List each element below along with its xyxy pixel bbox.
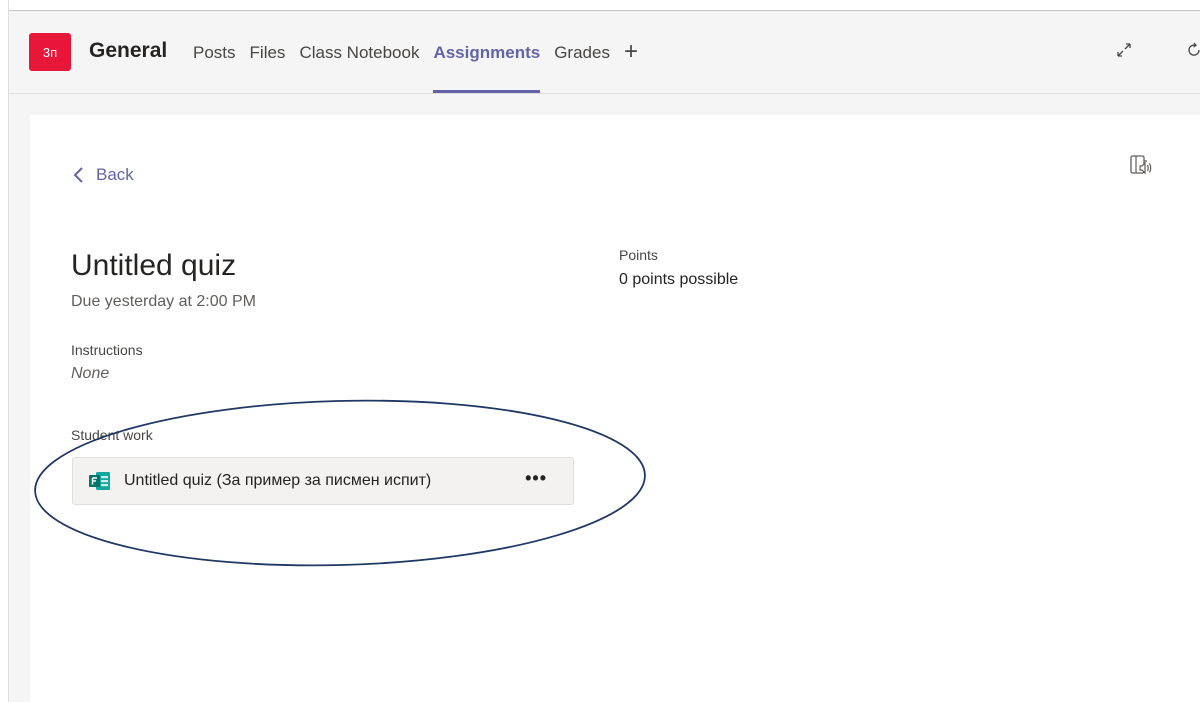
tab-assignments[interactable]: Assignments — [433, 43, 540, 95]
points-label: Points — [619, 247, 658, 263]
student-work-file[interactable]: Untitled quiz (За пример за писмен испит… — [72, 457, 574, 505]
tab-posts[interactable]: Posts — [193, 43, 236, 95]
instructions-label: Instructions — [71, 342, 143, 358]
due-date: Due yesterday at 2:00 PM — [71, 293, 256, 310]
channel-tabs: Posts Files Class Notebook Assignments G… — [193, 40, 638, 95]
instructions-value: None — [71, 365, 110, 382]
refresh-icon[interactable] — [1185, 41, 1200, 65]
team-avatar[interactable]: 3п — [29, 33, 71, 71]
assignment-card: Back Untitled quiz Due yesterday at 2:00… — [30, 115, 1200, 702]
immersive-reader-icon[interactable] — [1128, 153, 1154, 184]
channel-header: 3п General Posts Files Class Notebook As… — [9, 11, 1200, 94]
add-tab-icon[interactable]: + — [624, 40, 638, 64]
tab-files[interactable]: Files — [250, 43, 286, 95]
file-name: Untitled quiz (За пример за писмен испит… — [124, 472, 432, 489]
tab-grades[interactable]: Grades — [554, 43, 610, 95]
back-label: Back — [96, 165, 134, 184]
window-top-border — [0, 0, 1200, 11]
chevron-left-icon — [73, 167, 83, 183]
back-button[interactable]: Back — [72, 165, 134, 185]
expand-icon[interactable] — [1115, 41, 1133, 65]
more-options-icon[interactable]: ••• — [525, 468, 547, 489]
points-value: 0 points possible — [619, 271, 739, 288]
left-rail-edge — [0, 0, 9, 702]
student-work-label: Student work — [71, 427, 153, 443]
assignment-title: Untitled quiz — [71, 249, 237, 282]
channel-name: General — [89, 39, 168, 62]
tab-class-notebook[interactable]: Class Notebook — [299, 43, 419, 95]
forms-icon — [89, 471, 111, 491]
